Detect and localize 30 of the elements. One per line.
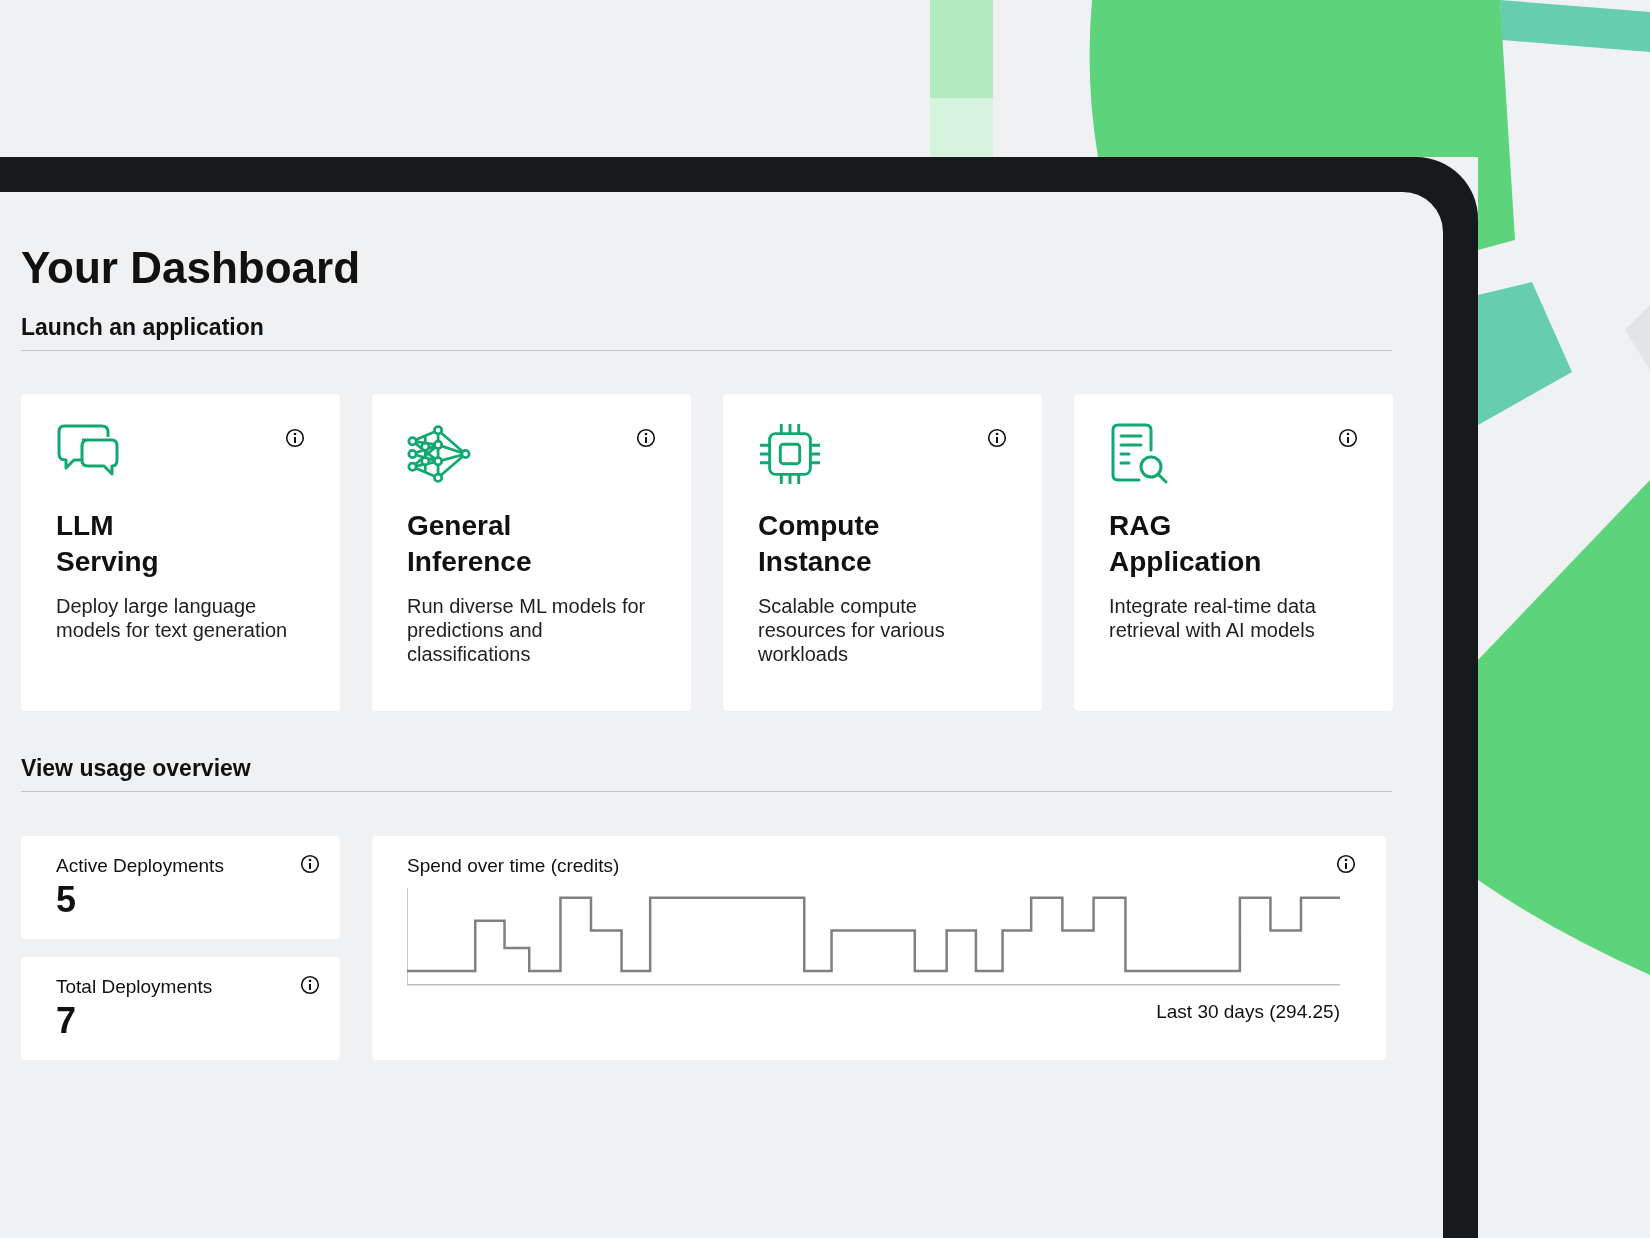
neural-network-icon [407,422,471,486]
info-icon[interactable] [636,428,656,448]
app-card[interactable]: RAG Application Integrate real-time data retrieval with AI models [1074,394,1393,711]
card-description: Run diverse ML models for predictions and classifications [407,594,647,666]
page-title: Your Dashboard [21,242,361,294]
stat-value: 7 [56,999,78,1043]
chart-title: Spend over time (credits) [407,854,620,878]
chip-icon [758,422,822,486]
app-card[interactable]: Compute Instance Scalable compute resources for various workloads [723,394,1042,711]
card-description: Deploy large language models for text generation [56,594,289,642]
card-title: RAG Application [1109,509,1262,579]
stat-label: Active Deployments [56,854,224,878]
info-icon[interactable] [285,428,305,448]
card-description: Integrate real-time data retrieval with AI models [1109,594,1317,642]
section-heading: View usage overview [21,755,1392,792]
info-icon[interactable] [987,428,1007,448]
card-title: General Inference [407,509,532,579]
card-title: Compute Instance [758,509,880,579]
info-icon[interactable] [300,854,320,874]
info-icon[interactable] [300,975,320,995]
card-title: LLM Serving [56,509,159,579]
card-description: Scalable compute resources for various workloads [758,594,946,666]
stat-value: 5 [56,878,78,922]
app-card[interactable]: General Inference Run diverse ML models for predictions and classifications [372,394,691,711]
chart-caption: Last 30 days (294.25) [1156,1000,1340,1024]
info-icon[interactable] [1336,854,1356,874]
info-icon[interactable] [1338,428,1358,448]
section-heading: Launch an application [21,314,1392,351]
app-card[interactable]: LLM Serving Deploy large language models for text generation [21,394,340,711]
stat-label: Total Deployments [56,975,213,999]
